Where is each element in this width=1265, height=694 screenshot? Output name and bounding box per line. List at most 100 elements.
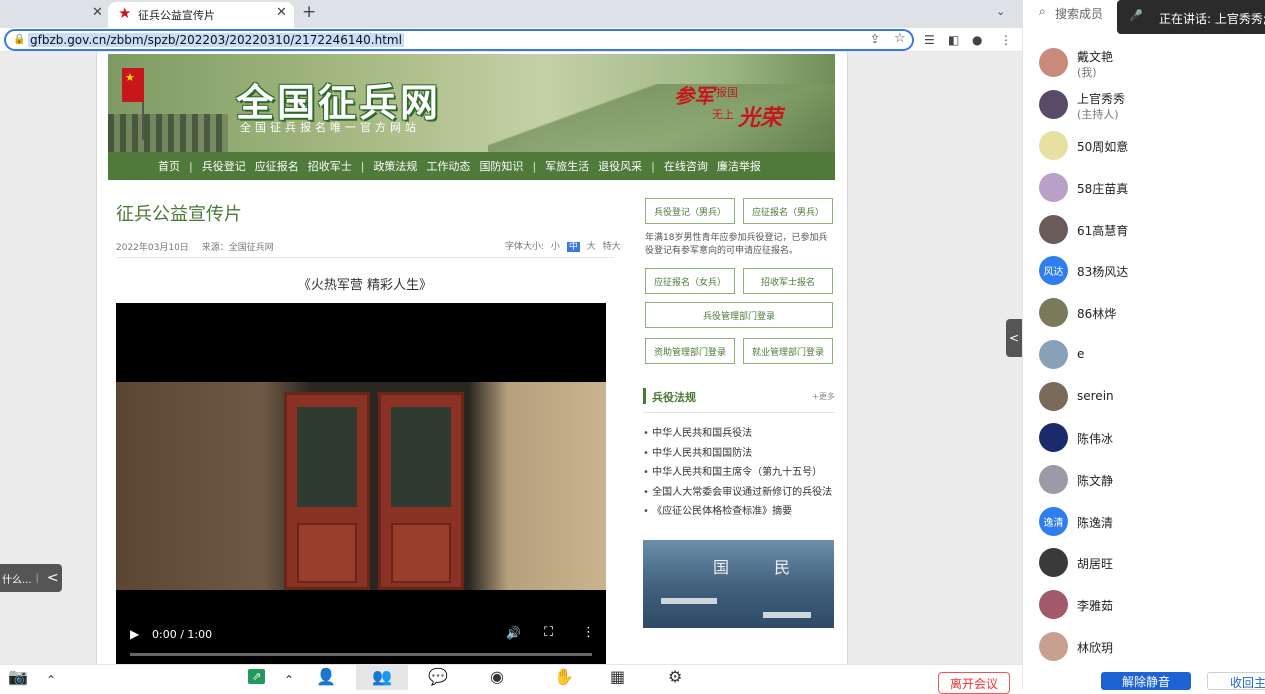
law-link[interactable]: 中华人民共和国国防法	[643, 444, 837, 464]
law-link[interactable]: 《应征公民体格检查标准》摘要	[643, 502, 837, 522]
video-player[interactable]: ▶ 0:00 / 1:00 🔊 ⛶ ⋮	[116, 303, 606, 664]
settings-gear-icon[interactable]: ⚙	[668, 667, 682, 686]
profile-icon[interactable]: ●	[972, 33, 982, 47]
nav-item-news[interactable]: 工作动态	[426, 158, 470, 174]
participant-item[interactable]: 风达 83杨风达	[1023, 250, 1265, 292]
participant-item[interactable]: 上官秀秀 (主持人)	[1023, 84, 1265, 126]
female-apply-button[interactable]: 应征报名（女兵）	[645, 268, 735, 294]
font-size-xlarge[interactable]: 特大	[603, 242, 621, 252]
sergeant-apply-button[interactable]: 招收军士报名	[743, 268, 833, 294]
search-icon: ⌕	[1039, 4, 1046, 18]
nav-item-register[interactable]: 兵役登记	[202, 158, 246, 174]
browser-menu-icon[interactable]: ⋮	[1000, 33, 1012, 47]
nav-item-consult[interactable]: 在线咨询	[664, 158, 708, 174]
screen-share-icon[interactable]: ⇗	[248, 669, 266, 684]
nav-item-policy[interactable]: 政策法规	[373, 158, 417, 174]
avatar	[1039, 89, 1068, 119]
nav-separator: |	[360, 159, 365, 173]
font-size-large[interactable]: 大	[587, 242, 596, 252]
nav-item-defense[interactable]: 国防知识	[479, 158, 523, 174]
participant-item[interactable]: 胡居旺	[1023, 542, 1265, 584]
participant-item[interactable]: 戴文艳 (我)	[1023, 42, 1265, 84]
participant-name: serein	[1077, 388, 1114, 403]
slogan-text: 光荣	[738, 106, 783, 131]
lock-icon[interactable]: 🔒	[13, 34, 25, 45]
participant-item[interactable]: e	[1023, 334, 1265, 376]
invite-icon[interactable]: 👤	[316, 667, 336, 686]
reading-list-icon[interactable]: ☰	[924, 33, 935, 47]
participant-item[interactable]: 61高慧育	[1023, 209, 1265, 251]
raise-hand-icon[interactable]: ✋	[554, 667, 574, 686]
nav-item-report[interactable]: 廉洁举报	[717, 158, 761, 174]
laws-list: 中华人民共和国兵役法 中华人民共和国国防法 中华人民共和国主席令（第九十五号） …	[643, 424, 837, 522]
leave-meeting-button[interactable]: 离开会议	[938, 672, 1010, 694]
chevron-up-icon[interactable]: ⌃	[46, 673, 56, 687]
laws-header: 兵役法规 +更多	[643, 388, 835, 404]
avatar	[1039, 298, 1068, 328]
address-bar[interactable]: 🔒 gfbzb.gov.cn/zbbm/spzb/202203/20220310…	[4, 29, 914, 51]
close-tab-icon[interactable]: ✕	[276, 5, 287, 20]
aid-login-button[interactable]: 资助管理部门登录	[645, 338, 735, 364]
nav-item-home[interactable]: 首页	[158, 158, 180, 174]
participant-item[interactable]: 50周如意	[1023, 125, 1265, 167]
chevron-up-icon[interactable]: ⌃	[284, 673, 294, 687]
law-link[interactable]: 中华人民共和国兵役法	[643, 424, 837, 444]
law-link[interactable]: 中华人民共和国主席令（第九十五号）	[643, 463, 837, 483]
reclaim-host-button[interactable]: 收回主持人	[1207, 672, 1265, 690]
participant-item[interactable]: 李雅茹	[1023, 584, 1265, 626]
nav-item-veterans[interactable]: 退役风采	[598, 158, 642, 174]
record-icon[interactable]: ◉	[490, 667, 504, 686]
admin-login-button[interactable]: 兵役管理部门登录	[645, 302, 833, 328]
play-icon[interactable]: ▶	[130, 627, 139, 641]
more-options-icon[interactable]: ⋮	[582, 625, 595, 640]
article-meta: 2022年03月10日 来源：全国征兵网	[116, 240, 284, 253]
chat-icon[interactable]: 💬	[428, 667, 448, 686]
participant-item[interactable]: 陈文静	[1023, 459, 1265, 501]
mic-muted-icon: 🎤	[1129, 9, 1143, 22]
male-apply-button[interactable]: 应征报名（男兵）	[743, 198, 833, 224]
member-search[interactable]: ⌕ 搜索成员	[1033, 0, 1129, 26]
participants-icon[interactable]: 👥	[356, 665, 408, 690]
participant-item[interactable]: 逸清 陈逸清	[1023, 501, 1265, 543]
nav-item-sergeant[interactable]: 招收军士	[308, 158, 352, 174]
floating-chat-tab[interactable]: 什么... | <	[0, 564, 62, 592]
laws-more-link[interactable]: +更多	[812, 391, 835, 402]
font-size-medium[interactable]: 中	[566, 242, 580, 252]
nav-separator: |	[189, 159, 193, 173]
volume-icon[interactable]: 🔊	[506, 626, 521, 640]
video-progress-bar[interactable]	[130, 653, 592, 656]
laws-title[interactable]: 兵役法规	[652, 389, 696, 405]
participant-name: e	[1077, 346, 1085, 361]
participant-item[interactable]: 86林烨	[1023, 292, 1265, 334]
tab-previous[interactable]: ✕	[0, 0, 108, 28]
participant-name: 58庄苗真	[1077, 182, 1129, 197]
door-glass	[391, 407, 451, 507]
search-placeholder[interactable]: 搜索成员	[1055, 5, 1103, 22]
font-size-small[interactable]: 小	[551, 242, 560, 252]
navy-promo-image[interactable]: 国 民	[643, 540, 834, 628]
participant-item[interactable]: 陈伟冰	[1023, 417, 1265, 459]
tab-active[interactable]: ★ 征兵公益宣传片 ✕	[108, 2, 294, 28]
nav-item-military-life[interactable]: 军旅生活	[545, 158, 589, 174]
new-tab-icon[interactable]: +	[302, 2, 316, 22]
camera-off-icon[interactable]: 📷	[8, 667, 28, 686]
side-panel-icon[interactable]: ◧	[948, 33, 959, 47]
bookmark-star-icon[interactable]: ☆	[894, 31, 906, 46]
chevron-left-icon[interactable]: <	[47, 570, 59, 586]
participant-item[interactable]: 林欣玥	[1023, 626, 1265, 668]
url-text[interactable]: gfbzb.gov.cn/zbbm/spzb/202203/20220310/2…	[28, 33, 404, 47]
male-register-button[interactable]: 兵役登记（男兵）	[645, 198, 735, 224]
unmute-button[interactable]: 解除静音	[1101, 672, 1191, 690]
share-icon[interactable]: ⇪	[870, 32, 880, 46]
law-link[interactable]: 全国人大常委会审议通过新修订的兵役法	[643, 483, 837, 503]
participant-item[interactable]: serein	[1023, 376, 1265, 418]
participant-item[interactable]: 58庄苗真	[1023, 167, 1265, 209]
tab-search-chevron-icon[interactable]: ⌄	[996, 5, 1005, 18]
participants-list: 戴文艳 (我) 上官秀秀 (主持人) 50周如意 58庄苗真 61高慧育 风达 83杨风达 86林…	[1023, 42, 1265, 667]
employ-login-button[interactable]: 就业管理部门登录	[743, 338, 833, 364]
collapse-panel-handle[interactable]: <	[1006, 319, 1022, 357]
nav-item-apply[interactable]: 应征报名	[255, 158, 299, 174]
close-tab-icon[interactable]: ✕	[92, 5, 103, 20]
apps-icon[interactable]: ▦	[610, 667, 625, 686]
fullscreen-icon[interactable]: ⛶	[544, 625, 553, 640]
